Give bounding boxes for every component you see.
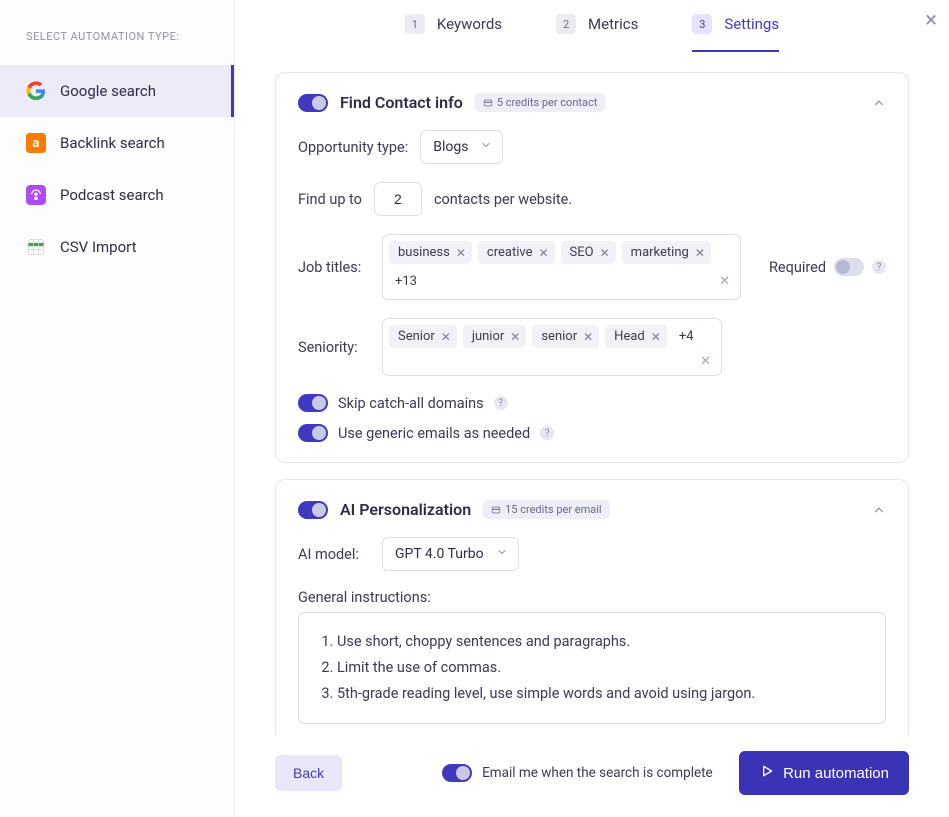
chevron-up-icon[interactable] (872, 502, 886, 521)
footer: Back Email me when the search is complet… (235, 735, 949, 817)
find-up-to-suffix: contacts per website. (434, 191, 572, 208)
tag: senior✕ (532, 325, 599, 348)
chevron-down-icon (480, 139, 492, 155)
general-instructions-box[interactable]: Use short, choppy sentences and paragrap… (298, 612, 886, 724)
clear-tags-icon[interactable]: ✕ (696, 354, 715, 369)
badge-text: 15 credits per email (505, 503, 601, 516)
select-value: Blogs (433, 139, 468, 155)
sidebar: SELECT AUTOMATION TYPE: Google search a … (0, 0, 235, 817)
toggle-generic-emails[interactable] (298, 424, 328, 442)
instruction-item: 5th-grade reading level, use simple word… (337, 681, 865, 707)
tag: Senior✕ (389, 325, 457, 348)
opportunity-type-label: Opportunity type: (298, 139, 408, 156)
help-icon[interactable]: ? (540, 426, 554, 440)
opportunity-type-select[interactable]: Blogs (420, 130, 503, 164)
sidebar-item-backlink-search[interactable]: a Backlink search (0, 117, 234, 169)
button-label: Run automation (783, 765, 889, 782)
step-label: Settings (724, 15, 779, 33)
tag: junior✕ (463, 325, 527, 348)
tag: SEO✕ (561, 241, 616, 264)
step-number: 1 (405, 14, 425, 34)
job-titles-tagbox[interactable]: business✕ creative✕ SEO✕ marketing✕ +13 … (382, 234, 741, 300)
generic-emails-label: Use generic emails as needed (338, 425, 530, 442)
sidebar-item-label: CSV Import (60, 238, 137, 256)
card-ai-personalization: AI Personalization 15 credits per email … (275, 479, 909, 735)
help-icon[interactable]: ? (872, 260, 886, 274)
find-up-to-prefix: Find up to (298, 191, 362, 208)
sidebar-item-google-search[interactable]: Google search (0, 65, 234, 117)
step-number: 2 (556, 14, 576, 34)
toggle-find-contact-info[interactable] (298, 94, 328, 112)
podcast-icon (26, 185, 46, 205)
tag: marketing✕ (622, 241, 711, 264)
tag-remove-icon[interactable]: ✕ (695, 246, 705, 260)
card-title: Find Contact info (340, 93, 463, 112)
tag-remove-icon[interactable]: ✕ (538, 246, 548, 260)
csv-icon (26, 237, 46, 257)
tag-remove-icon[interactable]: ✕ (600, 246, 610, 260)
general-instructions-label: General instructions: (298, 589, 886, 606)
sidebar-item-csv-import[interactable]: CSV Import (0, 221, 234, 273)
settings-body: Find Contact info 5 credits per contact … (235, 52, 949, 735)
required-label: Required (769, 259, 826, 276)
sidebar-item-label: Backlink search (60, 134, 165, 152)
step-label: Metrics (588, 15, 638, 33)
step-keywords[interactable]: 1 Keywords (405, 14, 502, 52)
chevron-down-icon (496, 546, 508, 562)
tag-remove-icon[interactable]: ✕ (583, 330, 593, 344)
sidebar-item-label: Google search (60, 82, 156, 100)
google-icon (26, 81, 46, 101)
svg-text:a: a (32, 136, 39, 151)
instruction-item: Limit the use of commas. (337, 655, 865, 681)
seniority-tagbox[interactable]: Senior✕ junior✕ senior✕ Head✕ +4 ✕ (382, 318, 722, 376)
main-panel: × 1 Keywords 2 Metrics 3 Settings Find C… (235, 0, 949, 817)
run-automation-button[interactable]: Run automation (739, 751, 909, 795)
play-icon (759, 763, 775, 783)
close-icon[interactable]: × (925, 8, 937, 33)
ahrefs-icon: a (26, 133, 46, 153)
back-button[interactable]: Back (275, 755, 342, 791)
tag-remove-icon[interactable]: ✕ (651, 330, 661, 344)
stepper: 1 Keywords 2 Metrics 3 Settings (235, 0, 949, 52)
step-label: Keywords (437, 15, 502, 33)
step-settings[interactable]: 3 Settings (692, 14, 779, 52)
tag-remove-icon[interactable]: ✕ (510, 330, 520, 344)
clear-tags-icon[interactable]: ✕ (715, 274, 734, 289)
toggle-required[interactable] (834, 258, 864, 276)
tag-remove-icon[interactable]: ✕ (441, 330, 451, 344)
credits-badge: 5 credits per contact (475, 93, 606, 112)
credits-badge: 15 credits per email (483, 500, 609, 519)
step-number: 3 (692, 14, 712, 34)
sidebar-title: SELECT AUTOMATION TYPE: (0, 24, 234, 65)
chevron-up-icon[interactable] (872, 95, 886, 114)
card-find-contact-info: Find Contact info 5 credits per contact … (275, 72, 909, 463)
tag: creative✕ (478, 241, 555, 264)
toggle-skip-catchall[interactable] (298, 394, 328, 412)
email-me-label: Email me when the search is complete (482, 765, 713, 781)
tag-more[interactable]: +13 (389, 270, 423, 293)
skip-catchall-label: Skip catch-all domains (338, 395, 484, 412)
tag: Head✕ (605, 325, 667, 348)
help-icon[interactable]: ? (494, 396, 508, 410)
ai-model-select[interactable]: GPT 4.0 Turbo (382, 537, 519, 571)
sidebar-item-podcast-search[interactable]: Podcast search (0, 169, 234, 221)
toggle-email-me[interactable] (442, 764, 472, 782)
ai-model-label: AI model: (298, 546, 370, 563)
step-metrics[interactable]: 2 Metrics (556, 14, 638, 52)
tag: business✕ (389, 241, 472, 264)
toggle-ai-personalization[interactable] (298, 501, 328, 519)
seniority-label: Seniority: (298, 339, 370, 356)
badge-text: 5 credits per contact (497, 96, 598, 109)
contacts-per-website-input[interactable] (374, 182, 422, 216)
instruction-item: Use short, choppy sentences and paragrap… (337, 629, 865, 655)
sidebar-item-label: Podcast search (60, 186, 164, 204)
tag-remove-icon[interactable]: ✕ (456, 246, 466, 260)
select-value: GPT 4.0 Turbo (395, 546, 484, 562)
card-title: AI Personalization (340, 500, 471, 519)
job-titles-label: Job titles: (298, 259, 370, 276)
tag-more[interactable]: +4 (673, 325, 700, 348)
